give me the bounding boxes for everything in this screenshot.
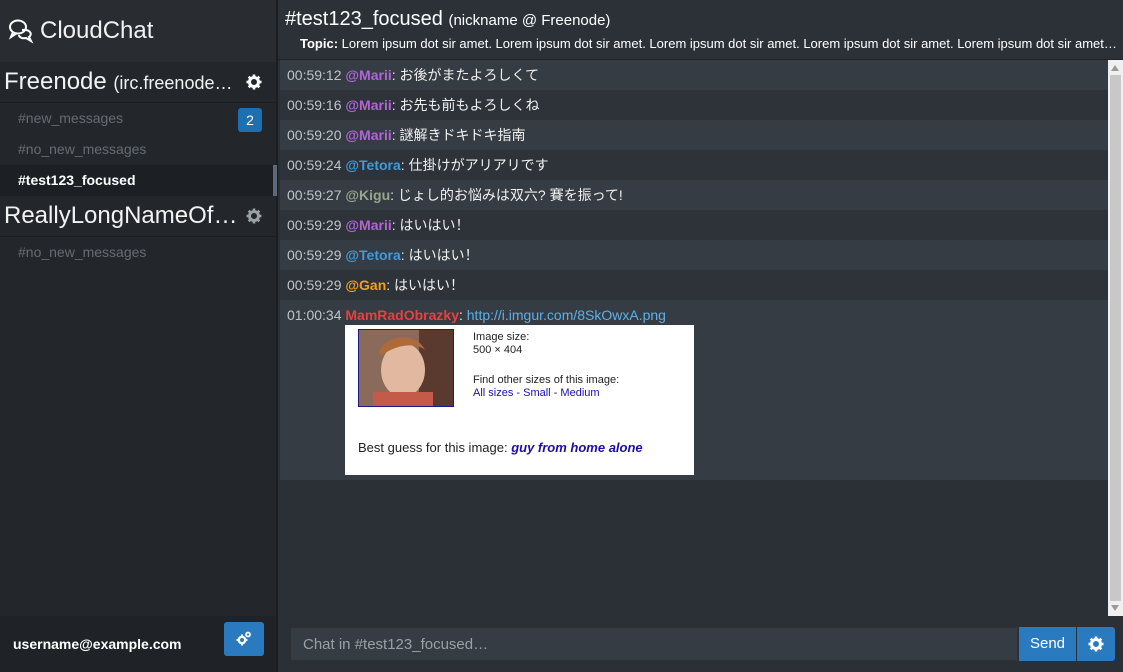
best-guess-label: Best guess for this image: [358, 440, 512, 455]
server-name: Freenode [4, 68, 107, 95]
channel-test123-focused[interactable]: #test123_focused [0, 165, 277, 196]
separator: - [513, 387, 524, 399]
message-time: 01:00:34 [287, 307, 342, 323]
message-text: : [458, 307, 467, 323]
username: username@example.com [13, 636, 182, 652]
channel-name: #test123_focused [285, 8, 443, 30]
channel-label: #no_new_messages [18, 141, 147, 157]
server-freenode[interactable]: Freenode (irc.freenode… [0, 62, 276, 103]
image-size-value: 500 × 404 [473, 344, 523, 356]
channel-title: #test123_focused (nickname @ Freenode) [285, 8, 610, 31]
topic-label: Topic: [300, 36, 339, 51]
sidebar: CloudChat Freenode (irc.freenode… #new_m… [0, 0, 278, 672]
message-text: : 謎解きドキドキ指南 [391, 127, 526, 143]
message-text: : はいはい！ [400, 247, 479, 263]
composer: Send [278, 616, 1123, 672]
message-time: 00:59:12 [287, 67, 342, 83]
message-row: 00:59:20 @Marii: 謎解きドキドキ指南 [280, 120, 1108, 150]
unread-badge: 2 [238, 108, 262, 132]
message-time: 00:59:29 [287, 247, 342, 263]
composer-settings-button[interactable] [1077, 627, 1115, 661]
message-time: 00:59:27 [287, 187, 342, 203]
nick-info: (nickname @ Freenode) [448, 12, 611, 29]
message-text: : じょし的お悩みは双六? 賽を振って! [390, 187, 623, 203]
message-nick[interactable]: @Marii [345, 127, 391, 143]
message-nick[interactable]: @Marii [345, 67, 391, 83]
message-text: : お先も前もよろしくね [391, 97, 540, 113]
small-size-link[interactable]: Small [523, 387, 551, 399]
server-name: ReallyLongNameOf… [4, 202, 238, 229]
best-guess: Best guess for this image: guy from home… [358, 441, 643, 454]
message-row: 00:59:16 @Marii: お先も前もよろしくね [280, 90, 1108, 120]
scroll-thumb[interactable] [1110, 75, 1121, 601]
image-size-info: Image size: 500 × 404 [473, 331, 529, 357]
channel-no-new-messages[interactable]: #no_new_messages [0, 237, 276, 268]
separator: - [550, 387, 561, 399]
message-row: 00:59:27 @Kigu: じょし的お悩みは双六? 賽を振って! [280, 180, 1108, 210]
all-sizes-link[interactable]: All sizes [473, 387, 513, 399]
message-text: : 仕掛けがアリアリです [400, 157, 549, 173]
chat-input[interactable] [290, 627, 1018, 661]
image-size-label: Image size: [473, 331, 530, 343]
message-row: 00:59:29 @Gan: はいはい！ [280, 270, 1108, 300]
message-nick[interactable]: @Gan [345, 277, 386, 293]
app-name: CloudChat [40, 17, 154, 44]
message-time: 00:59:16 [287, 97, 342, 113]
message-row: 00:59:12 @Marii: お後がまたよろしくて [280, 60, 1108, 90]
person-photo-icon [359, 330, 453, 406]
message-nick[interactable]: @Kigu [345, 187, 390, 203]
user-bar: username@example.com [0, 616, 276, 672]
chat-bubbles-icon [8, 19, 34, 44]
message-text: : はいはい！ [386, 277, 465, 293]
preview-thumbnail[interactable] [358, 329, 454, 407]
message-row-with-preview: 01:00:34 MamRadObrazky: http://i.imgur.c… [280, 300, 1108, 480]
user-settings-button[interactable] [224, 622, 264, 656]
find-sizes-label: Find other sizes of this image: [473, 374, 620, 386]
gear-icon [1088, 636, 1104, 652]
cogs-icon [236, 631, 251, 646]
message-time: 00:59:24 [287, 157, 342, 173]
channel-no-new-messages[interactable]: #no_new_messages [0, 134, 276, 165]
message-nick[interactable]: @Marii [345, 217, 391, 233]
channel-header: #test123_focused (nickname @ Freenode) T… [278, 0, 1123, 60]
message-scrollbar[interactable] [1108, 60, 1123, 616]
channel-label: #no_new_messages [18, 244, 147, 260]
find-sizes: Find other sizes of this image: All size… [473, 374, 619, 400]
message-time: 00:59:29 [287, 277, 342, 293]
message-link[interactable]: http://i.imgur.com/8SkOwxA.png [467, 307, 666, 323]
server-reallylongname[interactable]: ReallyLongNameOf… [0, 196, 276, 237]
message-list[interactable]: 00:59:12 @Marii: お後がまたよろしくて 00:59:16 @Ma… [280, 60, 1108, 616]
brand: CloudChat [0, 0, 276, 62]
message-time: 00:59:20 [287, 127, 342, 143]
medium-size-link[interactable]: Medium [560, 387, 599, 399]
message-row: 00:59:24 @Tetora: 仕掛けがアリアリです [280, 150, 1108, 180]
best-guess-link[interactable]: guy from home alone [511, 440, 642, 455]
topic-text: Lorem ipsum dot sir amet. Lorem ipsum do… [341, 36, 1118, 51]
message-nick[interactable]: @Marii [345, 97, 391, 113]
image-preview: Image size: 500 × 404 Find other sizes o… [345, 325, 694, 475]
main-panel: #test123_focused (nickname @ Freenode) T… [278, 0, 1123, 672]
channel-topic: Topic: Lorem ipsum dot sir amet. Lorem i… [300, 36, 1118, 51]
message-text: : はいはい！ [391, 217, 470, 233]
message-time: 00:59:29 [287, 217, 342, 233]
channel-label: #new_messages [18, 110, 124, 126]
message-text: : お後がまたよろしくて [391, 67, 540, 83]
send-button[interactable]: Send [1019, 627, 1076, 661]
message-row: 00:59:29 @Tetora: はいはい！ [280, 240, 1108, 270]
message-nick[interactable]: @Tetora [345, 247, 400, 263]
message-row: 00:59:29 @Marii: はいはい！ [280, 210, 1108, 240]
gear-icon[interactable] [246, 74, 262, 90]
scroll-down-icon[interactable] [1111, 605, 1119, 611]
scroll-up-icon[interactable] [1111, 65, 1119, 71]
channel-new-messages[interactable]: #new_messages 2 [0, 103, 276, 134]
message-nick[interactable]: MamRadObrazky [345, 307, 459, 323]
channel-label: #test123_focused [18, 172, 136, 188]
message-nick[interactable]: @Tetora [345, 157, 400, 173]
gear-icon[interactable] [246, 208, 262, 224]
server-host: (irc.freenode… [113, 73, 233, 93]
